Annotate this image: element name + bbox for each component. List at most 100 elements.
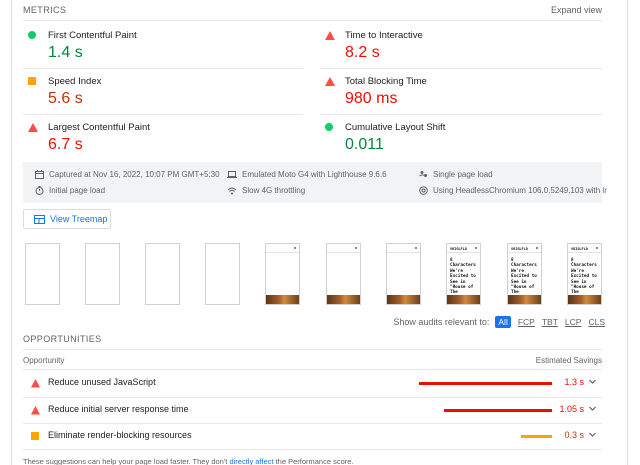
frame-logo: VRIGLFLD	[571, 247, 588, 251]
fail-icon	[31, 379, 40, 388]
device-text: Emulated Moto G4 with Lighthouse 9.6.6	[242, 170, 387, 179]
pass-icon	[28, 31, 36, 39]
savings-bar	[521, 435, 552, 438]
frame-header	[327, 244, 360, 253]
opportunity-name: Reduce unused JavaScript	[48, 377, 156, 387]
view-treemap-label: View Treemap	[50, 214, 108, 224]
filter-cls[interactable]: CLS	[588, 317, 605, 327]
runtime-settings: Captured at Nov 16, 2022, 10:07 PM GMT+5…	[23, 162, 607, 203]
filter-lcp[interactable]: LCP	[565, 317, 582, 327]
frame-header: VRIGLFLD	[447, 244, 480, 253]
opportunities-divider	[23, 349, 602, 350]
filmstrip-frame: VRIGLFLD 8 Characters We're Excited to S…	[446, 243, 481, 305]
frame-logo: VRIGLFLD	[511, 247, 528, 251]
metric-name: Speed Index	[48, 76, 102, 87]
chrome-icon	[419, 186, 428, 195]
right-border	[627, 0, 628, 465]
session-type: Single page load	[419, 170, 493, 179]
metric-value: 0.011	[345, 136, 384, 153]
metric-fcp: First Contentful Paint 1.4 s	[23, 24, 273, 70]
metrics-title: METRICS	[23, 5, 67, 15]
metric-value: 980 ms	[345, 90, 398, 107]
browser-text: Using HeadlessChromium 106.0.5249.103 wi…	[433, 186, 607, 195]
filmstrip-frame	[386, 243, 421, 305]
metric-name: Cumulative Layout Shift	[345, 122, 446, 133]
fail-icon	[31, 406, 40, 415]
metric-row-divider	[23, 114, 303, 115]
chevron-down-icon[interactable]	[588, 430, 597, 439]
opportunity-unused-js[interactable]: Reduce unused JavaScript 1.3 s	[23, 371, 602, 397]
col-estimated-savings: Estimated Savings	[535, 356, 602, 365]
col-opportunity: Opportunity	[23, 356, 65, 365]
metric-value: 1.4 s	[48, 44, 83, 61]
row-divider	[23, 449, 602, 450]
calendar-icon	[35, 170, 44, 179]
people-icon	[419, 171, 427, 177]
laptop-icon	[227, 171, 237, 178]
opportunity-name: Reduce initial server response time	[48, 404, 189, 414]
frame-hero-image	[447, 295, 480, 304]
timer-icon	[35, 186, 44, 195]
metrics-header: METRICS Expand view	[23, 1, 602, 19]
filmstrip-frame	[326, 243, 361, 305]
audit-filter: Show audits relevant to: All FCP TBT LCP…	[393, 316, 605, 328]
savings-value: 0.3 s	[564, 430, 584, 440]
chevron-down-icon[interactable]	[588, 404, 597, 413]
frame-hero-image	[508, 295, 541, 304]
frame-header: VRIGLFLD	[568, 244, 601, 253]
network-throttling: Slow 4G throttling	[227, 186, 305, 195]
captured-at: Captured at Nov 16, 2022, 10:07 PM GMT+5…	[35, 170, 220, 179]
savings-bar	[444, 409, 552, 412]
metric-row-divider	[320, 68, 602, 69]
directly-affect-link[interactable]: directly affect	[229, 457, 273, 465]
fail-icon	[325, 31, 335, 40]
initial-load-text: Initial page load	[49, 186, 106, 195]
treemap-icon	[34, 214, 45, 224]
filmstrip-frame: VRIGLFLD 8 Characters We're Excited to S…	[567, 243, 602, 305]
metric-name: Total Blocking Time	[345, 76, 427, 87]
filter-tbt[interactable]: TBT	[542, 317, 558, 327]
opportunity-render-blocking[interactable]: Eliminate render-blocking resources 0.3 …	[23, 424, 602, 450]
metric-row-divider	[23, 68, 303, 69]
fail-icon	[28, 123, 38, 132]
session-text: Single page load	[433, 170, 493, 179]
filter-all[interactable]: All	[495, 316, 511, 328]
chevron-down-icon[interactable]	[588, 377, 597, 386]
opportunities-footnote: These suggestions can help your page loa…	[23, 457, 354, 465]
savings-bar	[419, 382, 552, 385]
filmstrip-frame: VRIGLFLD 8 Characters We're Excited to S…	[507, 243, 542, 305]
metric-value: 8.2 s	[345, 44, 380, 61]
browser-info: Using HeadlessChromium 106.0.5249.103 wi…	[419, 186, 607, 195]
emulated-device: Emulated Moto G4 with Lighthouse 9.6.6	[227, 170, 387, 179]
frame-header: VRIGLFLD	[508, 244, 541, 253]
throttling-text: Slow 4G throttling	[242, 186, 306, 195]
filmstrip-frame	[25, 243, 60, 305]
opportunities-title: OPPORTUNITIES	[23, 334, 102, 344]
opportunity-name: Eliminate render-blocking resources	[48, 430, 192, 440]
filmstrip-frame	[145, 243, 180, 305]
opportunity-server-response[interactable]: Reduce initial server response time 1.05…	[23, 398, 602, 424]
filmstrip-frame	[205, 243, 240, 305]
expand-view-link[interactable]: Expand view	[551, 5, 602, 15]
metric-row-divider	[320, 114, 602, 115]
average-icon	[31, 432, 39, 440]
frame-header	[387, 244, 420, 253]
view-treemap-button[interactable]: View Treemap	[23, 209, 111, 229]
initial-load: Initial page load	[35, 186, 105, 195]
frame-hero-image	[568, 295, 601, 304]
savings-value: 1.3 s	[564, 377, 584, 387]
average-icon	[28, 77, 36, 85]
metric-name: Largest Contentful Paint	[48, 122, 150, 133]
wifi-icon	[227, 187, 237, 195]
fail-icon	[325, 77, 335, 86]
metric-cls: Cumulative Layout Shift 0.011	[320, 116, 570, 162]
metric-value: 5.6 s	[48, 90, 83, 107]
metric-name: First Contentful Paint	[48, 30, 137, 41]
footnote-suffix: the Performance score.	[273, 457, 354, 465]
metric-lcp: Largest Contentful Paint 6.7 s	[23, 116, 273, 162]
filter-fcp[interactable]: FCP	[518, 317, 535, 327]
metrics-divider	[23, 20, 602, 21]
frame-hero-image	[266, 295, 299, 304]
filmstrip-frame	[85, 243, 120, 305]
captured-at-text: Captured at Nov 16, 2022, 10:07 PM GMT+5…	[49, 170, 220, 179]
